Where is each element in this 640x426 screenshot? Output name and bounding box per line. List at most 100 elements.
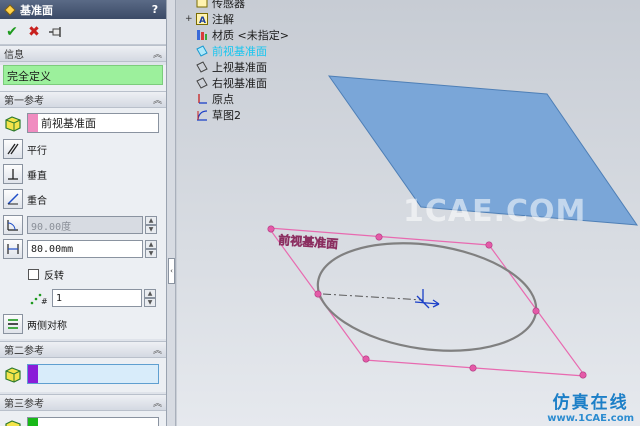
option-parallel-label: 平行 (27, 145, 47, 157)
feature-tree: 传感器 + A 注解 材质 <未指定> 前视基准面 上视基准面 右视基准面 原点… (185, 0, 289, 123)
tree-item-sketch2[interactable]: 草图2 (185, 107, 289, 123)
distance-spinner[interactable]: ▲ ▼ (145, 240, 157, 258)
midplane-icon[interactable] (3, 314, 23, 334)
second-ref-selection-box[interactable] (27, 364, 159, 384)
ok-check-icon[interactable]: ✔ (3, 23, 21, 41)
preview-handle (267, 225, 275, 233)
third-ref-selection-box[interactable] (27, 417, 159, 426)
panel-titlebar: 基准面 ? (0, 0, 166, 19)
plane-preview-outline[interactable] (267, 227, 587, 377)
plane-count-icon: # (28, 288, 48, 308)
plane-icon (195, 44, 209, 58)
preview-handle (485, 241, 493, 249)
info-group-header[interactable]: 信息 ︽ (0, 45, 166, 62)
angle-icon[interactable] (3, 215, 23, 235)
property-manager-panel: 基准面 ? ✔ ✖ 信息 ︽ 完全定义 第一参考 ︽ 前视基准面 平行 垂直 重… (0, 0, 167, 426)
status-message: 完全定义 (3, 65, 163, 85)
svg-text:#: # (41, 297, 47, 306)
plane-icon (195, 60, 209, 74)
option-perpendicular-label: 垂直 (27, 170, 47, 182)
tree-item-front-plane[interactable]: 前视基准面 (185, 43, 289, 59)
collapse-chevron-icon[interactable]: ︽ (153, 93, 162, 106)
distance-input[interactable]: 80.00mm (27, 240, 143, 258)
svg-text:A: A (199, 16, 206, 25)
preview-handle (532, 307, 540, 315)
graphics-viewport[interactable]: 前视基准面 传感器 + A 注解 材质 <未指定> 前视基准面 上视基准面 右视… (177, 0, 640, 426)
tree-item-right-plane[interactable]: 右视基准面 (185, 75, 289, 91)
brand-logo: 仿真在线 www.1CAE.com (547, 388, 634, 424)
pin-icon[interactable] (47, 23, 65, 41)
option-coincident[interactable]: 重合 (0, 188, 166, 210)
brand-chinese: 仿真在线 (552, 393, 629, 413)
first-ref-selection-box[interactable]: 前视基准面 (27, 113, 159, 133)
watermark-text: 1CAE.COM (403, 194, 587, 229)
info-group-body: 完全定义 (0, 65, 166, 91)
brand-url: www.1CAE.com (547, 413, 634, 424)
third-ref-group-title: 第三参考 (4, 399, 44, 410)
tree-item-sensors[interactable]: 传感器 (185, 0, 289, 11)
option-perpendicular[interactable]: 垂直 (0, 163, 166, 185)
tree-item-origin[interactable]: 原点 (185, 91, 289, 107)
option-coincident-label: 重合 (27, 195, 47, 207)
sketch-origin-icon (414, 289, 440, 309)
material-icon (195, 28, 209, 42)
option-midplane-label: 两侧对称 (27, 320, 67, 332)
preview-handle (362, 355, 370, 363)
face-selection-icon (3, 417, 23, 426)
third-ref-color-swatch (28, 418, 38, 426)
perpendicular-icon[interactable] (3, 164, 23, 184)
tree-expander[interactable]: + (185, 14, 195, 24)
panel-title: 基准面 (20, 3, 53, 17)
second-ref-selection-row (0, 362, 166, 386)
second-ref-group-body (0, 358, 166, 392)
collapse-chevron-icon[interactable]: ︽ (153, 343, 162, 356)
flip-label: 反转 (44, 270, 64, 282)
sketch-ellipse[interactable] (311, 230, 543, 364)
first-ref-group-header[interactable]: 第一参考 ︽ (0, 91, 166, 108)
tree-item-top-plane[interactable]: 上视基准面 (185, 59, 289, 75)
cancel-x-icon[interactable]: ✖ (25, 23, 43, 41)
panel-resize-divider[interactable]: ‹ (167, 0, 176, 426)
face-selection-icon (3, 113, 23, 133)
tree-item-label: 原点 (212, 93, 234, 106)
annotation-icon: A (195, 12, 209, 26)
panel-toolbar: ✔ ✖ (0, 19, 166, 45)
second-ref-color-swatch (28, 365, 38, 383)
face-selection-icon (3, 364, 23, 384)
sketch-centerline (322, 293, 424, 301)
first-ref-color-swatch (28, 114, 38, 132)
count-row: # 1 ▲▼ (0, 286, 166, 310)
parallel-icon[interactable] (3, 139, 23, 159)
angle-row: 90.00度 ▲ ▼ (0, 213, 166, 237)
coincident-icon[interactable] (3, 189, 23, 209)
collapse-panel-handle[interactable]: ‹ (168, 258, 175, 284)
first-ref-group-body: 前视基准面 平行 垂直 重合 90.00度 ▲ ▼ 80.00mm ▲ ▼ 反转… (0, 108, 166, 339)
third-ref-selection-row (0, 415, 166, 426)
tree-item-label: 前视基准面 (212, 45, 267, 58)
preview-handle (469, 364, 477, 372)
tree-item-label: 上视基准面 (212, 61, 267, 74)
plane-feature-icon (4, 3, 16, 16)
second-ref-group-header[interactable]: 第二参考 ︽ (0, 341, 166, 358)
preview-handle (375, 233, 383, 241)
option-parallel[interactable]: 平行 (0, 138, 166, 160)
tree-item-material[interactable]: 材质 <未指定> (185, 27, 289, 43)
tree-item-label: 注解 (212, 13, 234, 26)
sensor-icon (195, 0, 209, 10)
info-group-title: 信息 (4, 50, 24, 61)
tree-item-label: 右视基准面 (212, 77, 267, 90)
third-ref-group-header[interactable]: 第三参考 ︽ (0, 394, 166, 411)
angle-input[interactable]: 90.00度 (27, 216, 143, 234)
collapse-chevron-icon[interactable]: ︽ (153, 47, 162, 60)
count-spinner[interactable]: ▲ ▼ (144, 289, 156, 307)
option-midplane[interactable]: 两侧对称 (0, 313, 166, 339)
flip-row[interactable]: 反转 (0, 263, 166, 285)
tree-item-label: 草图2 (212, 109, 241, 122)
flip-checkbox[interactable] (28, 268, 39, 280)
distance-icon[interactable] (3, 239, 23, 259)
collapse-chevron-icon[interactable]: ︽ (153, 396, 162, 409)
count-input[interactable]: 1 (52, 289, 142, 307)
help-button[interactable]: ? (148, 3, 162, 16)
tree-item-annotations[interactable]: + A 注解 (185, 11, 289, 27)
angle-spinner[interactable]: ▲ ▼ (145, 216, 157, 234)
